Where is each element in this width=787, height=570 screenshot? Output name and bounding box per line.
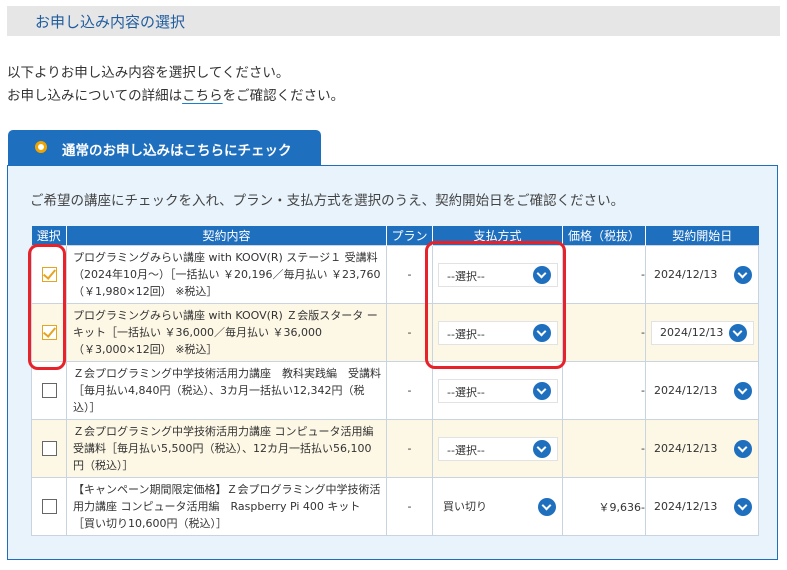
chevron-down-icon[interactable] <box>538 497 556 516</box>
select-cell <box>31 477 67 536</box>
start-date-cell: 2024/12/13 <box>645 303 759 362</box>
table-row: プログラミングみらい講座 with KOOV(R) Ｚ会版スタータ ーキット［一… <box>31 303 759 362</box>
contract-text: プログラミングみらい講座 with KOOV(R) Ｚ会版スタータ ーキット［一… <box>73 309 378 356</box>
intro-line-2-after: をご確認ください。 <box>222 88 345 104</box>
contract-text: Ｚ会プログラミング中学技術活用力講座 コンピュータ活用編 受講料［毎月払い5,5… <box>73 425 374 472</box>
chevron-down-icon[interactable] <box>729 323 747 342</box>
price-cell: - <box>562 361 646 420</box>
plan-cell: - <box>386 477 433 536</box>
section-title: お申し込み内容の選択 <box>35 13 186 31</box>
start-date-cell: 2024/12/13 <box>645 245 759 304</box>
contract-cell: Ｚ会プログラミング中学技術活用力講座 教科実践編 受講料［毎月払い4,840円（… <box>66 361 387 420</box>
plan-cell: - <box>386 361 433 420</box>
payment-select[interactable]: --選択-- <box>438 378 558 403</box>
select-cell <box>31 419 67 478</box>
tab-label: 通常のお申し込みはこちらにチェック <box>62 143 292 159</box>
payment-value: --選択-- <box>447 443 485 457</box>
header-select: 選択 <box>31 226 67 246</box>
details-link[interactable]: こちら <box>182 88 223 104</box>
row-checkbox[interactable] <box>41 499 57 514</box>
row-checkbox[interactable] <box>41 383 57 398</box>
table-header-row: 選択 契約内容 プラン 支払方式 価格（税抜） 契約開始日 <box>31 226 759 246</box>
annotation-payment-highlight <box>425 241 566 369</box>
header-contract: 契約内容 <box>66 226 387 246</box>
start-date-cell: 2024/12/13 <box>645 361 759 420</box>
price-cell: - <box>562 303 646 362</box>
annotation-checkbox-highlight <box>28 244 66 370</box>
start-date-cell: 2024/12/13 <box>645 419 759 478</box>
intro-line-1: 以下よりお申し込み内容を選択してください。 <box>7 65 290 81</box>
start-date: 2024/12/13 <box>654 383 718 397</box>
header-start-date: 契約開始日 <box>645 226 759 246</box>
radio-icon <box>35 141 47 153</box>
contract-cell: 【キャンペーン期間限定価格】Ｚ会プログラミング中学技術活用力講座 コンピュータ活… <box>66 477 387 536</box>
start-date-cell: 2024/12/13 <box>645 477 759 536</box>
chevron-down-icon[interactable] <box>533 439 551 458</box>
chevron-down-icon[interactable] <box>734 265 752 284</box>
intro-line-2-before: お申し込みについての詳細は <box>7 88 183 104</box>
plans-table: 選択 契約内容 プラン 支払方式 価格（税抜） 契約開始日 プログラミングみらい… <box>31 226 759 536</box>
header-plan: プラン <box>386 226 433 246</box>
panel-description: ご希望の講座にチェックを入れ、プラン・支払方式を選択のうえ、契約開始日をご確認く… <box>30 193 625 209</box>
payment-cell: --選択-- <box>432 419 563 478</box>
chevron-down-icon[interactable] <box>734 439 752 458</box>
contract-cell: プログラミングみらい講座 with KOOV(R) ステージ１ 受講料（2024… <box>66 245 387 304</box>
row-checkbox[interactable] <box>41 441 57 456</box>
tab-standard-application[interactable]: 通常のお申し込みはこちらにチェック <box>8 130 321 165</box>
contract-cell: Ｚ会プログラミング中学技術活用力講座 コンピュータ活用編 受講料［毎月払い5,5… <box>66 419 387 478</box>
intro-text: 以下よりお申し込み内容を選択してください。 お申し込みについての詳細はこちらをご… <box>7 62 344 108</box>
start-date: 2024/12/13 <box>654 441 718 455</box>
start-date: 2024/12/13 <box>660 325 724 339</box>
application-panel: ご希望の講座にチェックを入れ、プラン・支払方式を選択のうえ、契約開始日をご確認く… <box>7 165 778 560</box>
contract-text: プログラミングみらい講座 with KOOV(R) ステージ１ 受講料（2024… <box>73 251 381 298</box>
select-cell <box>31 361 67 420</box>
start-date-select[interactable]: 2024/12/13 <box>651 320 754 345</box>
payment-cell: --選択-- <box>432 361 563 420</box>
payment-value: 買い切り <box>443 499 487 513</box>
payment-cell: 買い切り <box>432 477 563 536</box>
contract-text: Ｚ会プログラミング中学技術活用力講座 教科実践編 受講料［毎月払い4,840円（… <box>73 367 381 414</box>
section-header: お申し込み内容の選択 <box>7 6 780 36</box>
price-cell: - <box>562 245 646 304</box>
chevron-down-icon[interactable] <box>734 381 752 400</box>
payment-select[interactable]: --選択-- <box>438 436 558 461</box>
chevron-down-icon[interactable] <box>734 497 752 516</box>
table-row: Ｚ会プログラミング中学技術活用力講座 コンピュータ活用編 受講料［毎月払い5,5… <box>31 419 759 478</box>
table-row: 【キャンペーン期間限定価格】Ｚ会プログラミング中学技術活用力講座 コンピュータ活… <box>31 477 759 536</box>
table-row: プログラミングみらい講座 with KOOV(R) ステージ１ 受講料（2024… <box>31 245 759 304</box>
price-cell: ￥9,636- <box>562 477 646 536</box>
start-date: 2024/12/13 <box>654 267 718 281</box>
chevron-down-icon[interactable] <box>533 381 551 400</box>
header-price: 価格（税抜） <box>562 226 646 246</box>
contract-text: 【キャンペーン期間限定価格】Ｚ会プログラミング中学技術活用力講座 コンピュータ活… <box>73 483 381 530</box>
intro-line-2: お申し込みについての詳細はこちらをご確認ください。 <box>7 85 344 108</box>
table-row: Ｚ会プログラミング中学技術活用力講座 教科実践編 受講料［毎月払い4,840円（… <box>31 361 759 420</box>
price-cell: - <box>562 419 646 478</box>
start-date: 2024/12/13 <box>654 499 718 513</box>
payment-value: --選択-- <box>447 385 485 399</box>
payment-fixed: 買い切り <box>433 496 562 518</box>
plan-cell: - <box>386 419 433 478</box>
contract-cell: プログラミングみらい講座 with KOOV(R) Ｚ会版スタータ ーキット［一… <box>66 303 387 362</box>
